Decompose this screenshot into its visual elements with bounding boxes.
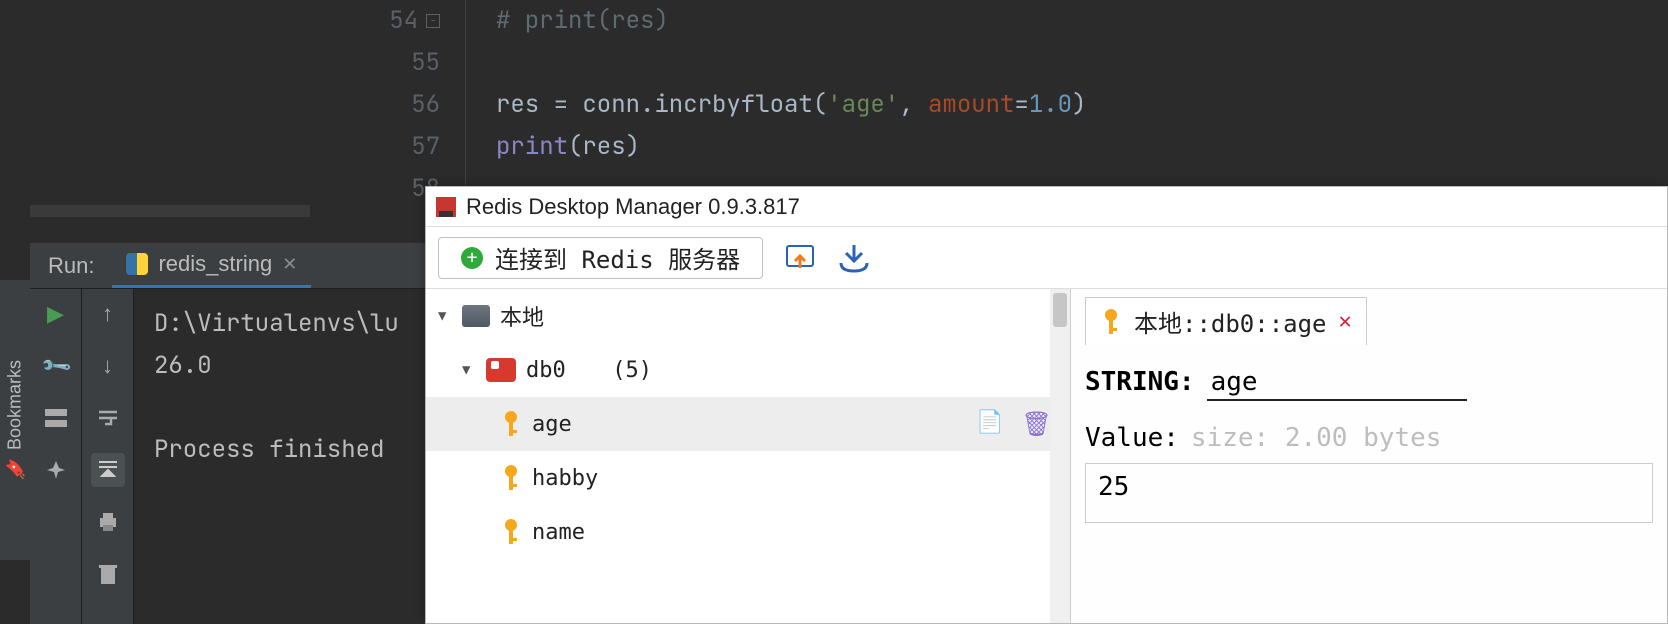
tree-server-row[interactable]: ▼ 本地 (426, 289, 1070, 343)
scroll-to-end-button[interactable] (91, 453, 125, 487)
export-button[interactable] (837, 241, 871, 275)
gutter-line: 55 (411, 42, 440, 84)
settings-button[interactable]: 🔧 (32, 342, 80, 390)
code-area[interactable]: # print(res) res = conn.incrbyfloat('age… (465, 0, 1668, 200)
expand-icon[interactable]: ▼ (438, 308, 452, 324)
editor-scrollbar[interactable] (30, 205, 310, 217)
value-box[interactable]: 25 (1085, 463, 1653, 523)
tree-key-row-name[interactable]: name (426, 505, 1070, 559)
bookmark-icon: 🔖 (4, 458, 26, 480)
server-name: 本地 (500, 300, 544, 332)
bookmarks-label: Bookmarks (5, 360, 26, 450)
up-button[interactable]: ↑ (91, 297, 125, 331)
connect-label: 连接到 Redis 服务器 (495, 240, 740, 275)
rdm-key-detail: 本地::db0::age ✕ STRING: age Value: size: … (1071, 289, 1667, 623)
run-tool-column-2: ↑ ↓ (82, 289, 134, 624)
key-icon (500, 518, 522, 546)
expand-icon[interactable]: ▼ (462, 362, 476, 378)
tree-scrollbar[interactable]: ▴ (1050, 289, 1070, 623)
key-icon (500, 464, 522, 492)
key-name: age (532, 412, 572, 437)
tree-key-row-habby[interactable]: habby (426, 451, 1070, 505)
layout-button[interactable] (39, 401, 73, 435)
value-text: 25 (1098, 472, 1129, 502)
tree-key-row-age[interactable]: age 📄 🗑 (426, 397, 1070, 451)
key-icon (1100, 308, 1122, 336)
key-name-field[interactable]: age (1207, 367, 1467, 401)
rdm-logo-icon (436, 197, 456, 217)
type-label: STRING: (1085, 367, 1195, 397)
server-icon (462, 305, 490, 327)
value-label: Value: (1085, 423, 1179, 453)
tree-db-row[interactable]: ▼ db0 (5) (426, 343, 1070, 397)
import-button[interactable] (783, 241, 817, 275)
fold-marker[interactable]: − (426, 14, 440, 28)
db-name: db0 (526, 358, 566, 383)
rerun-button[interactable]: ▶ (39, 297, 73, 331)
detail-tab-label: 本地::db0::age (1134, 304, 1327, 339)
line-gutter: 54− 55 56 57 58 (30, 0, 465, 200)
run-tab[interactable]: redis_string ✕ (112, 243, 311, 288)
close-icon[interactable]: ✕ (1339, 309, 1352, 334)
run-tab-label: redis_string (158, 251, 272, 277)
key-name: name (532, 520, 585, 545)
run-tool-column-1: ▶ 🔧 (30, 289, 82, 624)
code-comment: # print(res) (496, 5, 669, 36)
rdm-key-tree[interactable]: ▼ 本地 ▼ db0 (5) age 📄 🗑 (426, 289, 1071, 623)
rdm-title-text: Redis Desktop Manager 0.9.3.817 (466, 194, 800, 220)
database-icon (486, 358, 516, 382)
scrollbar-thumb[interactable] (1053, 293, 1067, 327)
gutter-line: 57 (411, 126, 440, 168)
key-name: habby (532, 466, 598, 491)
key-icon (500, 410, 522, 438)
delete-button[interactable] (91, 557, 125, 591)
detail-tab[interactable]: 本地::db0::age ✕ (1085, 297, 1367, 345)
rdm-titlebar[interactable]: Redis Desktop Manager 0.9.3.817 (426, 187, 1667, 227)
close-icon[interactable]: ✕ (282, 254, 297, 275)
gutter-line: 56 (411, 84, 440, 126)
copy-icon[interactable]: 📄 (976, 410, 1003, 438)
print-button[interactable] (91, 505, 125, 539)
run-label: Run: (30, 253, 112, 279)
connect-to-redis-button[interactable]: + 连接到 Redis 服务器 (438, 237, 763, 279)
down-button[interactable]: ↓ (91, 349, 125, 383)
bookmarks-tab[interactable]: 🔖 Bookmarks (0, 280, 30, 560)
pin-button[interactable] (39, 453, 73, 487)
size-hint: size: 2.00 bytes (1191, 423, 1441, 453)
plus-icon: + (461, 247, 483, 269)
rdm-toolbar: + 连接到 Redis 服务器 (426, 227, 1667, 289)
db-count: (5) (612, 358, 652, 383)
gutter-line: 54 (389, 0, 418, 42)
trash-icon[interactable]: 🗑 (1022, 410, 1052, 438)
code-editor[interactable]: 54− 55 56 57 58 # print(res) res = conn.… (30, 0, 1668, 200)
redis-desktop-manager-window: Redis Desktop Manager 0.9.3.817 + 连接到 Re… (425, 186, 1668, 624)
python-icon (126, 253, 148, 275)
soft-wrap-button[interactable] (91, 401, 125, 435)
